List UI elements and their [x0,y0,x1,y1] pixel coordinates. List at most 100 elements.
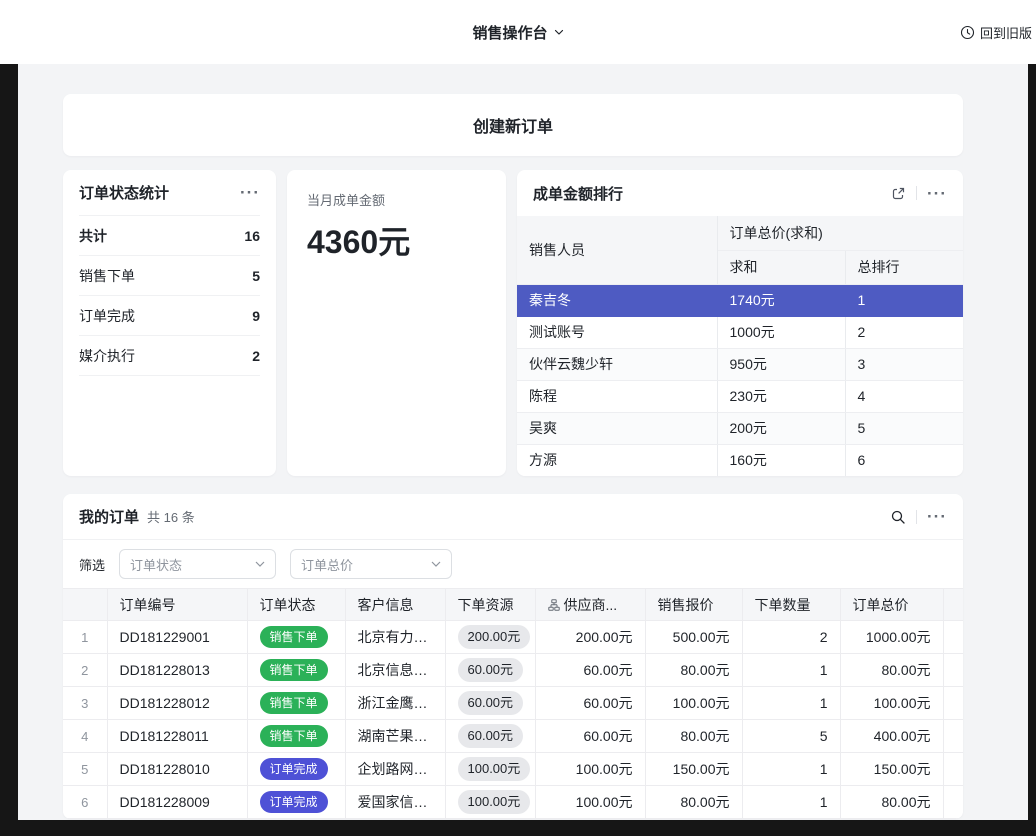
ranking-row[interactable]: 吴爽 200元 5 [517,412,963,444]
stat-label: 媒介执行 [79,346,135,366]
divider [916,186,917,200]
person-cell: 伙伴云魏少轩 [517,348,717,380]
status-badge: 销售下单 [260,692,328,714]
export-button[interactable] [891,186,906,201]
more-menu-button[interactable]: ··· [240,184,260,201]
search-icon [890,509,906,525]
tail-cell [943,786,963,819]
stat-row: 媒介执行 2 [79,336,260,376]
customer-cell: 浙江金鹰卡... [345,687,445,720]
resource-cell: 60.00元 [445,654,535,687]
stat-value: 16 [244,228,260,244]
filter-row: 筛选 订单状态 订单总价 [63,540,963,588]
total-cell: 80.00元 [840,786,943,819]
rank-cell: 4 [845,380,963,412]
more-menu-button[interactable]: ··· [927,185,947,202]
chevron-down-icon [554,29,564,36]
quote-cell: 500.00元 [645,621,742,654]
dashboard: 创建新订单 订单状态统计 ··· 共计 16 销售下单 5 订单完成 9 媒介执… [18,64,1028,820]
row-index: 2 [63,654,107,687]
qty-cell: 1 [742,687,840,720]
resource-cell: 100.00元 [445,753,535,786]
quote-cell: 150.00元 [645,753,742,786]
create-order-button[interactable]: 创建新订单 [63,94,963,156]
status-badge: 销售下单 [260,725,328,747]
chevron-down-icon [255,561,265,567]
row-index: 5 [63,753,107,786]
amount-cell: 950元 [717,348,845,380]
resource-cell: 60.00元 [445,720,535,753]
status-badge: 订单完成 [260,791,328,813]
search-button[interactable] [890,509,906,525]
order-no-cell: DD181228013 [107,654,247,687]
app-title-dropdown[interactable]: 销售操作台 [472,22,563,43]
order-status-card: 订单状态统计 ··· 共计 16 销售下单 5 订单完成 9 媒介执行 2 [63,170,276,476]
back-to-old-version-link[interactable]: 回到旧版 [960,0,1032,64]
col-header-customer: 客户信息 [345,589,445,621]
col-header-rank: 总排行 [845,250,963,284]
resource-cell: 200.00元 [445,621,535,654]
create-order-label: 创建新订单 [473,113,553,137]
ranking-row[interactable]: 方源 160元 6 [517,444,963,476]
order-status-filter-placeholder: 订单状态 [130,555,182,574]
orders-count: 共 16 条 [147,507,195,526]
orders-card-title: 我的订单 [79,506,139,527]
order-row[interactable]: 4 DD181228011 销售下单 湖南芒果娱... 60.00元 60.00… [63,720,963,753]
total-cell: 80.00元 [840,654,943,687]
topbar: 销售操作台 回到旧版 [0,0,1036,64]
orders-table: 订单编号 订单状态 客户信息 下单资源 供应商... 销售报价 下单数量 订单总… [63,588,963,819]
person-cell: 方源 [517,444,717,476]
my-orders-card: 我的订单 共 16 条 ··· 筛选 订单状态 订单总价 [63,494,963,819]
stat-label: 订单完成 [79,306,135,326]
qty-cell: 1 [742,654,840,687]
tail-cell [943,621,963,654]
supplier-cell: 100.00元 [535,786,645,819]
ranking-card: 成单金额排行 ··· 销售人员 订单总价(求和) [517,170,963,476]
ranking-row[interactable]: 秦吉冬 1740元 1 [517,284,963,316]
supplier-cell: 100.00元 [535,753,645,786]
tail-cell [943,720,963,753]
ranking-row[interactable]: 伙伴云魏少轩 950元 3 [517,348,963,380]
stat-value: 5 [252,268,260,284]
export-icon [891,186,906,201]
resource-cell: 60.00元 [445,687,535,720]
rank-cell: 1 [845,284,963,316]
order-total-filter-select[interactable]: 订单总价 [290,549,452,579]
ranking-row[interactable]: 陈程 230元 4 [517,380,963,412]
resource-tag: 60.00元 [458,658,524,682]
more-menu-button[interactable]: ··· [927,508,947,525]
status-badge: 销售下单 [260,626,328,648]
order-row[interactable]: 2 DD181228013 销售下单 北京信息大... 60.00元 60.00… [63,654,963,687]
order-total-filter-placeholder: 订单总价 [301,555,353,574]
status-cell: 订单完成 [247,753,345,786]
page-title: 销售操作台 [472,22,547,43]
col-header-quote: 销售报价 [645,589,742,621]
resource-tag: 100.00元 [458,790,531,814]
status-cell: 销售下单 [247,621,345,654]
rank-cell: 5 [845,412,963,444]
order-row[interactable]: 6 DD181228009 订单完成 爱国家信息... 100.00元 100.… [63,786,963,819]
order-row[interactable]: 3 DD181228012 销售下单 浙江金鹰卡... 60.00元 60.00… [63,687,963,720]
ranking-row[interactable]: 测试账号 1000元 2 [517,316,963,348]
order-row[interactable]: 1 DD181229001 销售下单 北京有力量... 200.00元 200.… [63,621,963,654]
qty-cell: 2 [742,621,840,654]
col-header-supplier: 供应商... [535,589,645,621]
order-no-cell: DD181228012 [107,687,247,720]
amount-value: 4360元 [307,217,486,263]
stat-value: 9 [252,308,260,324]
quote-cell: 80.00元 [645,720,742,753]
row-index: 4 [63,720,107,753]
order-row[interactable]: 5 DD181228010 订单完成 企划路网络... 100.00元 100.… [63,753,963,786]
col-header-qty: 下单数量 [742,589,840,621]
resource-tag: 60.00元 [458,691,524,715]
col-header-sum: 求和 [717,250,845,284]
index-column-header [63,589,107,621]
order-status-filter-select[interactable]: 订单状态 [119,549,276,579]
quote-cell: 80.00元 [645,786,742,819]
stat-label: 共计 [79,226,107,246]
supplier-cell: 60.00元 [535,687,645,720]
relation-icon [548,599,560,611]
supplier-cell: 60.00元 [535,720,645,753]
total-cell: 100.00元 [840,687,943,720]
col-header-status: 订单状态 [247,589,345,621]
